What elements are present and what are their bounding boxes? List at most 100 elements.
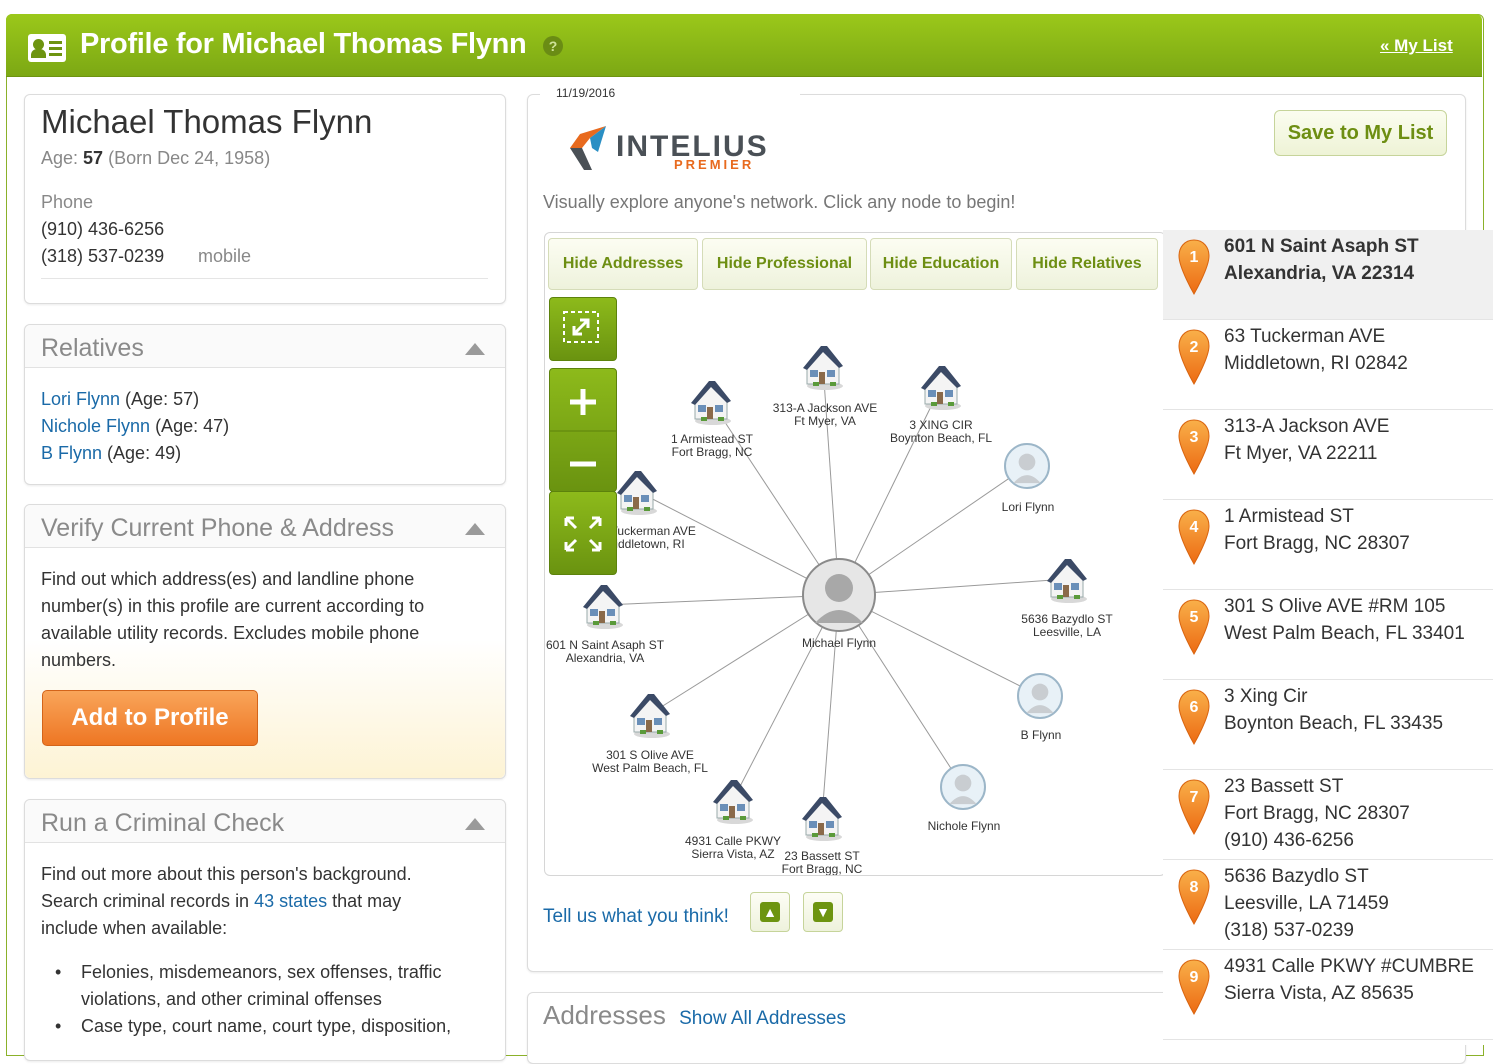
- verify-header[interactable]: Verify Current Phone & Address: [25, 505, 505, 548]
- collapse-icon[interactable]: [465, 343, 485, 355]
- house-icon[interactable]: [630, 694, 670, 738]
- address-list-item[interactable]: 2 63 Tuckerman AVE Middletown, RI 02842: [1163, 320, 1493, 410]
- hide-relatives-button[interactable]: Hide Relatives: [1016, 238, 1158, 290]
- network-tagline: Visually explore anyone's network. Click…: [543, 192, 1016, 212]
- address-line2: Fort Bragg, NC 28307: [1224, 533, 1410, 554]
- map-pin-icon: 4: [1178, 509, 1210, 566]
- address-list-item[interactable]: 3 313-A Jackson AVE Ft Myer, VA 22211: [1163, 410, 1493, 500]
- house-icon[interactable]: [583, 585, 623, 629]
- address-list-item[interactable]: 6 3 Xing Cir Boynton Beach, FL 33435: [1163, 680, 1493, 770]
- zoom-control: [549, 368, 617, 492]
- show-all-addresses-link[interactable]: Show All Addresses: [679, 1008, 846, 1029]
- map-pin-icon: 1: [1178, 239, 1210, 296]
- node-label: 1 Armistead ST: [671, 432, 754, 446]
- node-label: Alexandria, VA: [566, 651, 645, 665]
- map-pin-icon: 3: [1178, 419, 1210, 476]
- pin-number: 3: [1190, 429, 1199, 446]
- address-line1: 23 Bassett ST: [1224, 776, 1344, 797]
- map-pin-icon: 5: [1178, 599, 1210, 656]
- node-label: Leesville, LA: [1033, 625, 1101, 639]
- house-icon[interactable]: [617, 471, 657, 515]
- center-person-node[interactable]: [802, 558, 876, 632]
- criminal-check-header[interactable]: Run a Criminal Check: [25, 800, 505, 843]
- address-line2: Leesville, LA 71459: [1224, 893, 1389, 914]
- report-date: 11/19/2016: [556, 86, 616, 100]
- house-icon[interactable]: [1047, 559, 1087, 603]
- person-node[interactable]: [940, 764, 986, 810]
- node-label: Sierra Vista, AZ: [691, 847, 774, 861]
- hide-education-button[interactable]: Hide Education: [870, 238, 1012, 290]
- address-list-item[interactable]: 1 601 N Saint Asaph ST Alexandria, VA 2231…: [1163, 230, 1493, 320]
- house-icon[interactable]: [921, 366, 961, 410]
- network-graph[interactable]: 313-A Jackson AVE Ft Myer, VA 1 Armistead …: [544, 232, 1166, 876]
- age-label: Age:: [41, 148, 79, 168]
- hide-professional-button[interactable]: Hide Professional: [702, 238, 867, 290]
- bullet-item: • Case type, court name, court type, dis…: [55, 1013, 451, 1040]
- collapse-arrows-icon: [563, 311, 599, 343]
- node-label: 5636 Bazydlo ST: [1021, 612, 1113, 626]
- house-icon[interactable]: [802, 797, 842, 841]
- node-label: Middletown, RI: [605, 537, 684, 551]
- verify-line: number(s) in this profile are current ac…: [41, 596, 425, 616]
- address-line1: 1 Armistead ST: [1224, 506, 1354, 527]
- pin-number: 5: [1190, 609, 1199, 626]
- save-to-my-list-button[interactable]: Save to My List: [1274, 110, 1447, 156]
- zoom-in-icon: [570, 389, 596, 415]
- criminal-description: Find out more about this person's backgr…: [41, 861, 491, 942]
- address-line1: 4931 Calle PKWY #CUMBRE: [1224, 956, 1474, 977]
- relative-item: B Flynn (Age: 49): [41, 443, 181, 464]
- network-graph-canvas[interactable]: 313-A Jackson AVEFt Myer, VA 1 Armistead …: [545, 233, 1165, 875]
- criminal-bullets: • Felonies, misdemeanors, sex offenses, …: [55, 959, 451, 1040]
- address-list-item[interactable]: 4 1 Armistead ST Fort Bragg, NC 28307: [1163, 500, 1493, 590]
- add-to-profile-button[interactable]: Add to Profile: [42, 690, 258, 746]
- verify-line: Find out which address(es) and landline …: [41, 569, 415, 589]
- house-icon[interactable]: [713, 780, 753, 824]
- person-node[interactable]: [1004, 443, 1050, 489]
- pin-number: 6: [1190, 699, 1199, 716]
- logo-subtext: PREMIER: [674, 157, 755, 172]
- person-node[interactable]: [1017, 673, 1063, 719]
- address-list-item[interactable]: 5 301 S Olive AVE #RM 105 West Palm Beach,…: [1163, 590, 1493, 680]
- collapse-icon[interactable]: [465, 523, 485, 535]
- house-icon[interactable]: [691, 381, 731, 425]
- relatives-header[interactable]: Relatives: [25, 325, 505, 368]
- node-label: B Flynn: [1021, 728, 1062, 742]
- intelius-logo-icon: [570, 126, 606, 170]
- house-icon[interactable]: [803, 346, 843, 390]
- address-list-item[interactable]: 9 4931 Calle PKWY #CUMBRE Sierra Vista, AZ…: [1163, 950, 1493, 1040]
- collapse-icon[interactable]: [465, 818, 485, 830]
- address-line2: West Palm Beach, FL 33401: [1224, 623, 1465, 644]
- address-phone: (910) 436-6256: [1224, 830, 1354, 851]
- thumbs-down-icon: ▼: [813, 902, 833, 922]
- states-link[interactable]: 43 states: [254, 891, 327, 911]
- profile-header: Profile for Michael Thomas Flynn ? « My …: [6, 14, 1482, 77]
- relative-link[interactable]: Nichole Flynn: [41, 416, 150, 436]
- feedback-prompt: Tell us what you think!: [543, 906, 729, 927]
- bullet-text: Case type, court name, court type, dispo…: [81, 1016, 452, 1036]
- bullet-item: • Felonies, misdemeanors, sex offenses, …: [55, 959, 451, 1013]
- address-line2: Sierra Vista, AZ 85635: [1224, 983, 1414, 1004]
- node-label: Michael Flynn: [802, 636, 876, 650]
- pin-number: 1: [1190, 249, 1199, 266]
- thumbs-up-button[interactable]: ▲: [750, 892, 790, 932]
- help-icon[interactable]: ?: [543, 36, 563, 56]
- phone-type-tag: mobile: [198, 246, 252, 266]
- fit-to-view-button[interactable]: [549, 297, 617, 361]
- address-list-item[interactable]: 7 23 Bassett ST Fort Bragg, NC 28307 (910) …: [1163, 770, 1493, 860]
- verify-title: Verify Current Phone & Address: [41, 514, 394, 542]
- node-label: 601 N Saint Asaph ST: [546, 638, 665, 652]
- relative-link[interactable]: Lori Flynn: [41, 389, 120, 409]
- address-line2: Fort Bragg, NC 28307: [1224, 803, 1410, 824]
- node-label: Boynton Beach, FL: [890, 431, 992, 445]
- hide-addresses-button[interactable]: Hide Addresses: [548, 238, 698, 290]
- my-list-link[interactable]: « My List: [1380, 36, 1453, 56]
- thumbs-down-button[interactable]: ▼: [803, 892, 843, 932]
- bullet-text: violations, and other criminal offenses: [81, 989, 382, 1009]
- person-age: Age: 57 (Born Dec 24, 1958): [41, 148, 270, 169]
- relative-link[interactable]: B Flynn: [41, 443, 102, 463]
- expand-button[interactable]: [549, 491, 617, 575]
- node-label: 3 XING CIR: [909, 418, 973, 432]
- map-pin-icon: 8: [1178, 869, 1210, 926]
- address-list-item[interactable]: 8 5636 Bazydlo ST Leesville, LA 71459 (318)…: [1163, 860, 1493, 950]
- expand-arrows-icon: [564, 516, 602, 552]
